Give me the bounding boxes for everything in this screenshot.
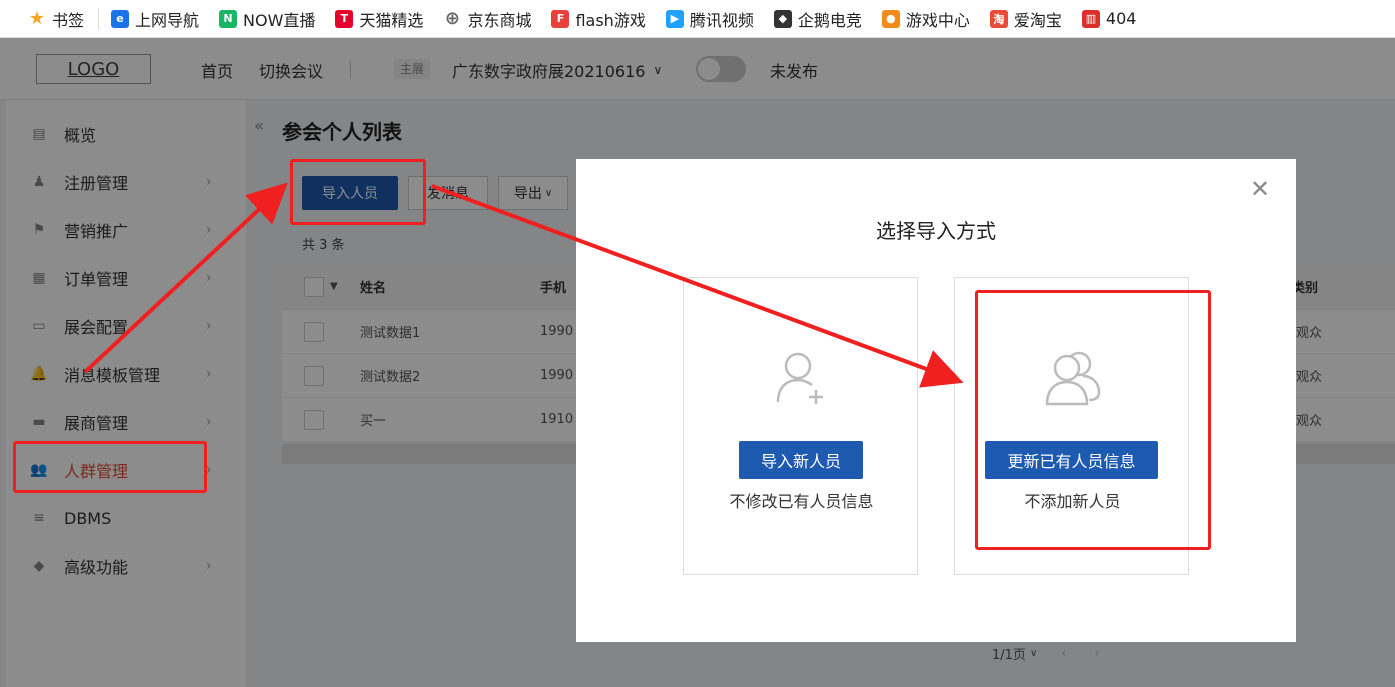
add-user-icon [684, 348, 919, 408]
ie-icon: e [111, 9, 130, 28]
bookmark-label: flash游戏 [575, 10, 646, 30]
bookmark-item[interactable]: ▥ 404 [1081, 9, 1137, 28]
star-icon: ★ [28, 8, 46, 29]
bookmark-item[interactable]: ⊕ 京东商城 [443, 7, 532, 31]
import-method-dialog: ✕ 选择导入方式 导入新人员 不修改已有人员信息 更新已有人员信息 不添加新人员 [576, 159, 1296, 642]
globe-icon: ⊕ [444, 8, 460, 29]
import-new-subtitle: 不修改已有人员信息 [729, 492, 874, 511]
bookmark-label: 腾讯视频 [689, 10, 754, 30]
bookmark-item[interactable]: ● 游戏中心 [881, 7, 970, 31]
bookmark-item[interactable]: ▶ 腾讯视频 [665, 7, 754, 31]
bookmark-label: 天猫精选 [359, 10, 424, 30]
update-existing-button[interactable]: 更新已有人员信息 [985, 441, 1158, 479]
bookmark-item[interactable]: T 天猫精选 [335, 7, 423, 31]
close-icon[interactable]: ✕ [1248, 175, 1272, 203]
chart-bar-icon: ▥ [1081, 9, 1100, 28]
bookmark-item[interactable]: N NOW直播 [219, 7, 315, 31]
bookmark-label: 企鹅电竞 [797, 10, 862, 30]
bookmarks-bar: ★ 书签 e 上网导航 N NOW直播 T 天猫精选 ⊕ 京东商城 Fflash游戏 ▶ 腾讯视频 ◆ 企鹅… [0, 0, 1395, 38]
bookmark-label: NOW直播 [243, 10, 316, 30]
penguin-esports-icon: ◆ [773, 9, 792, 28]
import-new-card: 导入新人员 不修改已有人员信息 [683, 277, 918, 575]
bookmark-item[interactable]: ◆ 企鹅电竞 [773, 7, 862, 31]
update-existing-card: 更新已有人员信息 不添加新人员 [954, 277, 1189, 575]
bookmark-item[interactable]: Fflash游戏 [551, 7, 646, 31]
bookmark-item[interactable]: e 上网导航 [111, 7, 199, 31]
update-existing-subtitle: 不添加新人员 [1024, 492, 1121, 511]
bookmark-label: 书签 [52, 10, 85, 30]
flash-game-icon: F [551, 9, 570, 28]
bookmark-item[interactable]: ★ 书签 [28, 7, 84, 31]
bookmark-label: 上网导航 [135, 10, 200, 30]
tencent-video-icon: ▶ [665, 9, 684, 28]
bookmark-separator [98, 7, 100, 30]
gamepad-icon: ● [881, 9, 900, 28]
import-new-button[interactable]: 导入新人员 [739, 441, 863, 479]
taobao-icon: 淘 [989, 9, 1008, 28]
bookmark-label: 游戏中心 [905, 10, 970, 30]
tmall-icon: T [335, 9, 354, 28]
bookmark-label: 京东商城 [467, 10, 532, 30]
bookmark-label: 404 [1105, 9, 1137, 28]
bookmark-item[interactable]: 淘爱淘宝 [989, 7, 1062, 31]
bookmark-label: 爱淘宝 [1013, 10, 1062, 30]
users-icon [955, 348, 1190, 408]
dialog-title: 选择导入方式 [876, 219, 996, 243]
now-live-icon: N [219, 9, 238, 28]
